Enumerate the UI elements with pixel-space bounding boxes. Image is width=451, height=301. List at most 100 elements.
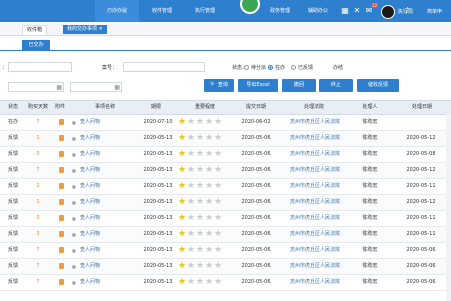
star-icon[interactable]: ★: [205, 118, 214, 127]
star-icon[interactable]: ★: [214, 118, 223, 127]
star-icon[interactable]: ★: [187, 118, 196, 127]
table-row[interactable]: 反馈 3 查人问物 2020-05-13 2020-05-06 苏州市虎丘区人民法院 陈昀宏…: [0, 211, 451, 227]
star-icon[interactable]: ★: [196, 246, 205, 255]
attachment-icon[interactable]: [56, 243, 66, 258]
star-icon[interactable]: ★: [214, 278, 223, 287]
tools-icon[interactable]: ✕: [352, 6, 362, 16]
case-number-input[interactable]: [123, 62, 205, 72]
star-icon[interactable]: ★: [214, 150, 223, 159]
star-icon[interactable]: ★: [178, 230, 187, 239]
col-importance[interactable]: 重要程度: [180, 101, 230, 114]
user-label[interactable]: 执行局: [398, 8, 413, 15]
cell-item[interactable]: 查人问物: [80, 195, 130, 210]
radio-feedback[interactable]: 已反馈: [291, 64, 313, 71]
table-row[interactable]: 反馈 3 查人问物 2020-05-13 2020-05-06 苏州市虎丘区人民法院 陈昀宏…: [0, 227, 451, 243]
attachment-icon[interactable]: [56, 131, 66, 146]
star-icon[interactable]: ★: [214, 262, 223, 271]
star-icon[interactable]: ★: [214, 134, 223, 143]
star-icon[interactable]: ★: [178, 182, 187, 191]
cell-item[interactable]: 查人问物: [80, 147, 130, 162]
star-icon[interactable]: ★: [205, 150, 214, 159]
col-court[interactable]: 处理法院: [282, 101, 346, 114]
attachment-icon[interactable]: [56, 195, 66, 210]
cell-item[interactable]: 查人问物: [80, 259, 130, 274]
col-days[interactable]: 购买天数: [24, 101, 52, 114]
table-row[interactable]: 反馈 5 查人问物 2020-05-13 2020-05-06 苏州市虎丘区人民法院 陈昀宏…: [0, 147, 451, 163]
table-row[interactable]: 在办 7 查人问物 2020-07-10 2020-06-02 苏州市虎丘区人民法院 陈昀宏…: [0, 115, 451, 131]
radio-in-progress[interactable]: 在办: [268, 64, 285, 71]
star-icon[interactable]: ★: [205, 262, 214, 271]
star-icon[interactable]: ★: [196, 118, 205, 127]
cell-item[interactable]: 查人问物: [80, 227, 130, 242]
attachment-icon[interactable]: [56, 163, 66, 178]
attachment-icon[interactable]: [56, 227, 66, 242]
star-icon[interactable]: ★: [178, 214, 187, 223]
importance-stars[interactable]: ★★★★★: [178, 214, 223, 223]
star-icon[interactable]: ★: [187, 278, 196, 287]
date-start-input[interactable]: ▦: [8, 82, 64, 92]
star-icon[interactable]: ★: [214, 182, 223, 191]
tab-office[interactable]: 刃办办鼠: [95, 0, 139, 22]
cell-item[interactable]: 查人问物: [80, 179, 130, 194]
star-icon[interactable]: ★: [196, 278, 205, 287]
star-icon[interactable]: ★: [196, 262, 205, 271]
terminate-button[interactable]: 终止: [319, 79, 353, 92]
star-icon[interactable]: ★: [187, 134, 196, 143]
importance-stars[interactable]: ★★★★★: [178, 246, 223, 255]
col-date[interactable]: 处理日期: [402, 101, 442, 114]
export-button[interactable]: 导出Excel: [238, 79, 278, 92]
tab-affairs[interactable]: 政务管理: [262, 0, 298, 22]
search-button[interactable]: 🔍 查询: [204, 79, 234, 92]
col-submit[interactable]: 提交日期: [236, 101, 276, 114]
star-icon[interactable]: ★: [205, 182, 214, 191]
star-icon[interactable]: ★: [196, 166, 205, 175]
cell-item[interactable]: 查人问物: [80, 163, 130, 178]
star-icon[interactable]: ★: [187, 230, 196, 239]
star-icon[interactable]: ★: [187, 198, 196, 207]
tab-assigned[interactable]: 已交办: [22, 40, 50, 50]
star-icon[interactable]: ★: [205, 198, 214, 207]
star-icon[interactable]: ★: [196, 134, 205, 143]
star-icon[interactable]: ★: [205, 278, 214, 287]
star-icon[interactable]: ★: [178, 150, 187, 159]
filter-input-a[interactable]: [8, 62, 72, 72]
col-handler[interactable]: 处理人: [356, 101, 384, 114]
col-status[interactable]: 状态: [4, 101, 22, 114]
col-attach[interactable]: 附件: [52, 101, 68, 114]
star-icon[interactable]: ★: [196, 182, 205, 191]
star-icon[interactable]: ★: [187, 182, 196, 191]
tab-assist[interactable]: 辅助办公: [300, 0, 336, 22]
attachment-icon[interactable]: [56, 275, 66, 290]
star-icon[interactable]: ★: [178, 246, 187, 255]
star-icon[interactable]: ★: [205, 134, 214, 143]
cell-item[interactable]: 查人问物: [80, 131, 130, 146]
importance-stars[interactable]: ★★★★★: [178, 150, 223, 159]
crumb-my-assigned[interactable]: 我的交办事项 ×: [63, 25, 107, 34]
star-icon[interactable]: ★: [178, 118, 187, 127]
star-icon[interactable]: ★: [187, 246, 196, 255]
user-extra[interactable]: 简单申: [427, 8, 442, 15]
importance-stars[interactable]: ★★★★★: [178, 230, 223, 239]
grid-icon[interactable]: ▦: [340, 6, 350, 16]
importance-stars[interactable]: ★★★★★: [178, 182, 223, 191]
star-icon[interactable]: ★: [187, 262, 196, 271]
crumb-inbox[interactable]: 收件箱: [22, 25, 48, 36]
star-icon[interactable]: ★: [205, 166, 214, 175]
star-icon[interactable]: ★: [196, 230, 205, 239]
importance-stars[interactable]: ★★★★★: [178, 278, 223, 287]
star-icon[interactable]: ★: [196, 214, 205, 223]
star-icon[interactable]: ★: [196, 150, 205, 159]
star-icon[interactable]: ★: [196, 198, 205, 207]
cell-item[interactable]: 查人问物: [80, 275, 130, 290]
table-row[interactable]: 反馈 7 查人问物 2020-05-13 2020-05-06 苏州市虎丘区人民法院 陈昀宏…: [0, 259, 451, 275]
attachment-icon[interactable]: [56, 147, 66, 162]
star-icon[interactable]: ★: [214, 246, 223, 255]
urge-feedback-button[interactable]: 催收反馈: [357, 79, 399, 92]
col-deadline[interactable]: 期限: [140, 101, 172, 114]
star-icon[interactable]: ★: [187, 214, 196, 223]
star-icon[interactable]: ★: [214, 166, 223, 175]
attachment-icon[interactable]: [56, 259, 66, 274]
scrollbar[interactable]: [446, 113, 451, 301]
table-row[interactable]: 反馈 1 查人问物 2020-05-13 2020-05-06 苏州市虎丘区人民法院 陈昀宏…: [0, 195, 451, 211]
cell-item[interactable]: 查人问物: [80, 243, 130, 258]
